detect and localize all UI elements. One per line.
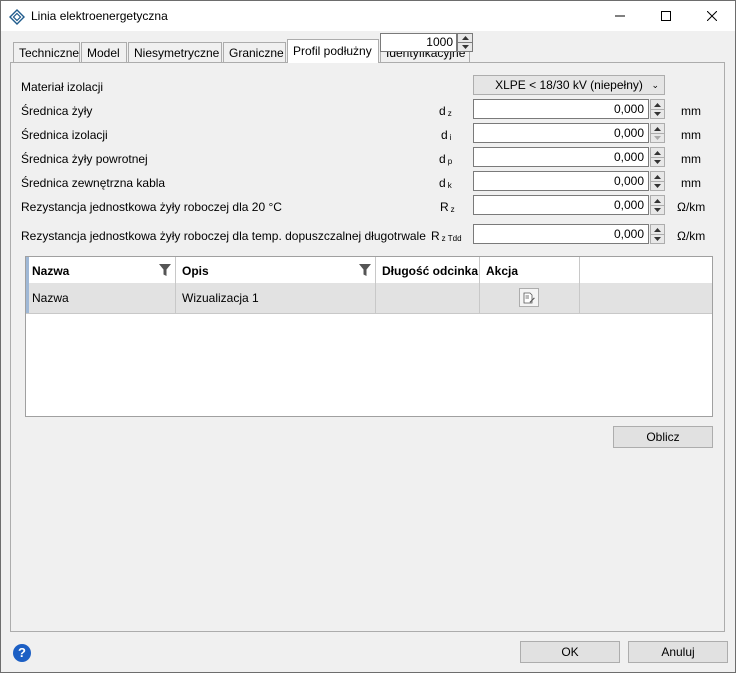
table-row[interactable]: Nazwa Wizualizacja 1 — [26, 283, 712, 314]
dialog-window: Linia elektroenergetyczna Techniczne Mod… — [0, 0, 736, 673]
calculate-button[interactable]: Oblicz — [613, 426, 713, 448]
help-icon: ? — [18, 645, 26, 660]
resistance-tdd-symbol: Rz Tdd — [431, 229, 462, 243]
tab-profil-podluzny[interactable]: Profil podłużny — [287, 39, 379, 63]
decrement-arrow-icon[interactable] — [651, 133, 664, 142]
segment-length-stepper[interactable]: 1000 — [380, 33, 474, 52]
decrement-arrow-icon[interactable] — [458, 43, 472, 51]
table-header: Nazwa Opis Długość odcinka Akcja — [26, 257, 712, 284]
tab-techniczne[interactable]: Techniczne — [13, 42, 80, 62]
edit-row-button[interactable] — [519, 288, 539, 307]
resistance-20c-symbol: Rz — [440, 200, 455, 214]
cable-outer-diameter-input[interactable]: 0,000 — [473, 171, 649, 191]
core-diameter-stepper[interactable]: 0,000 — [473, 99, 665, 119]
insulation-material-value: XLPE < 18/30 kV (niepełny) — [495, 78, 643, 92]
decrement-arrow-icon[interactable] — [651, 234, 664, 243]
title-bar[interactable]: Linia elektroenergetyczna — [1, 1, 735, 31]
insulation-material-label: Materiał izolacji — [21, 80, 104, 94]
column-header-opis[interactable]: Opis — [176, 257, 376, 283]
insulation-diameter-input[interactable]: 0,000 — [473, 123, 649, 143]
maximize-button[interactable] — [643, 1, 689, 31]
insulation-diameter-stepper[interactable]: 0,000 — [473, 123, 665, 143]
return-core-diameter-symbol: dp — [439, 152, 453, 166]
insulation-material-dropdown[interactable]: XLPE < 18/30 kV (niepełny) ⌄ — [473, 75, 665, 95]
insulation-diameter-unit: mm — [681, 128, 701, 142]
insulation-diameter-symbol: di — [441, 128, 452, 142]
minimize-button[interactable] — [597, 1, 643, 31]
cell-opis[interactable]: Wizualizacja 1 — [176, 283, 376, 313]
cable-outer-diameter-stepper[interactable]: 0,000 — [473, 171, 665, 191]
tab-model[interactable]: Model — [81, 42, 127, 62]
tab-niesymetryczne[interactable]: Niesymetryczne — [128, 42, 222, 62]
minimize-icon — [615, 15, 625, 17]
resistance-tdd-label: Rezystancja jednostkowa żyły roboczej dl… — [21, 229, 426, 243]
window-title: Linia elektroenergetyczna — [31, 9, 168, 23]
column-header-akcja[interactable]: Akcja — [480, 257, 580, 283]
resistance-20c-input[interactable]: 0,000 — [473, 195, 649, 215]
cable-outer-diameter-symbol: dk — [439, 176, 452, 190]
filter-icon[interactable] — [159, 264, 171, 276]
segment-length-input[interactable]: 1000 — [380, 33, 457, 52]
chevron-down-icon: ⌄ — [651, 80, 659, 90]
tab-graniczne[interactable]: Graniczne — [223, 42, 286, 62]
app-diamond-icon — [9, 9, 25, 25]
help-button[interactable]: ? — [13, 644, 31, 662]
resistance-tdd-stepper[interactable]: 0,000 — [473, 224, 665, 244]
edit-document-icon — [523, 292, 535, 303]
core-diameter-unit: mm — [681, 104, 701, 118]
return-core-diameter-label: Średnica żyły powrotnej — [21, 152, 148, 166]
ok-button[interactable]: OK — [520, 641, 620, 663]
cancel-button[interactable]: Anuluj — [628, 641, 728, 663]
resistance-tdd-input[interactable]: 0,000 — [473, 224, 649, 244]
increment-arrow-icon[interactable] — [458, 34, 472, 43]
decrement-arrow-icon[interactable] — [651, 109, 664, 118]
resistance-tdd-unit: Ω/km — [677, 229, 706, 243]
close-icon — [707, 11, 717, 21]
return-core-diameter-input[interactable]: 0,000 — [473, 147, 649, 167]
decrement-arrow-icon[interactable] — [651, 157, 664, 166]
cable-outer-diameter-unit: mm — [681, 176, 701, 190]
decrement-arrow-icon[interactable] — [651, 181, 664, 190]
filter-icon[interactable] — [359, 264, 371, 276]
core-diameter-input[interactable]: 0,000 — [473, 99, 649, 119]
segments-table: Nazwa Opis Długość odcinka Akcja Nazwa W… — [25, 256, 713, 417]
column-header-dlugosc[interactable]: Długość odcinka — [376, 257, 480, 283]
return-core-diameter-unit: mm — [681, 152, 701, 166]
cable-outer-diameter-label: Średnica zewnętrzna kabla — [21, 176, 166, 190]
core-diameter-label: Średnica żyły — [21, 104, 93, 118]
core-diameter-symbol: dz — [439, 104, 452, 118]
row-selection-accent — [26, 257, 29, 313]
return-core-diameter-stepper[interactable]: 0,000 — [473, 147, 665, 167]
cell-dlugosc — [376, 283, 480, 313]
decrement-arrow-icon[interactable] — [651, 205, 664, 214]
resistance-20c-stepper[interactable]: 0,000 — [473, 195, 665, 215]
resistance-20c-unit: Ω/km — [677, 200, 706, 214]
column-header-nazwa[interactable]: Nazwa — [26, 257, 176, 283]
close-button[interactable] — [689, 1, 735, 31]
maximize-icon — [661, 11, 671, 21]
cell-nazwa[interactable]: Nazwa — [26, 283, 176, 313]
resistance-20c-label: Rezystancja jednostkowa żyły roboczej dl… — [21, 200, 282, 214]
insulation-diameter-label: Średnica izolacji — [21, 128, 108, 142]
